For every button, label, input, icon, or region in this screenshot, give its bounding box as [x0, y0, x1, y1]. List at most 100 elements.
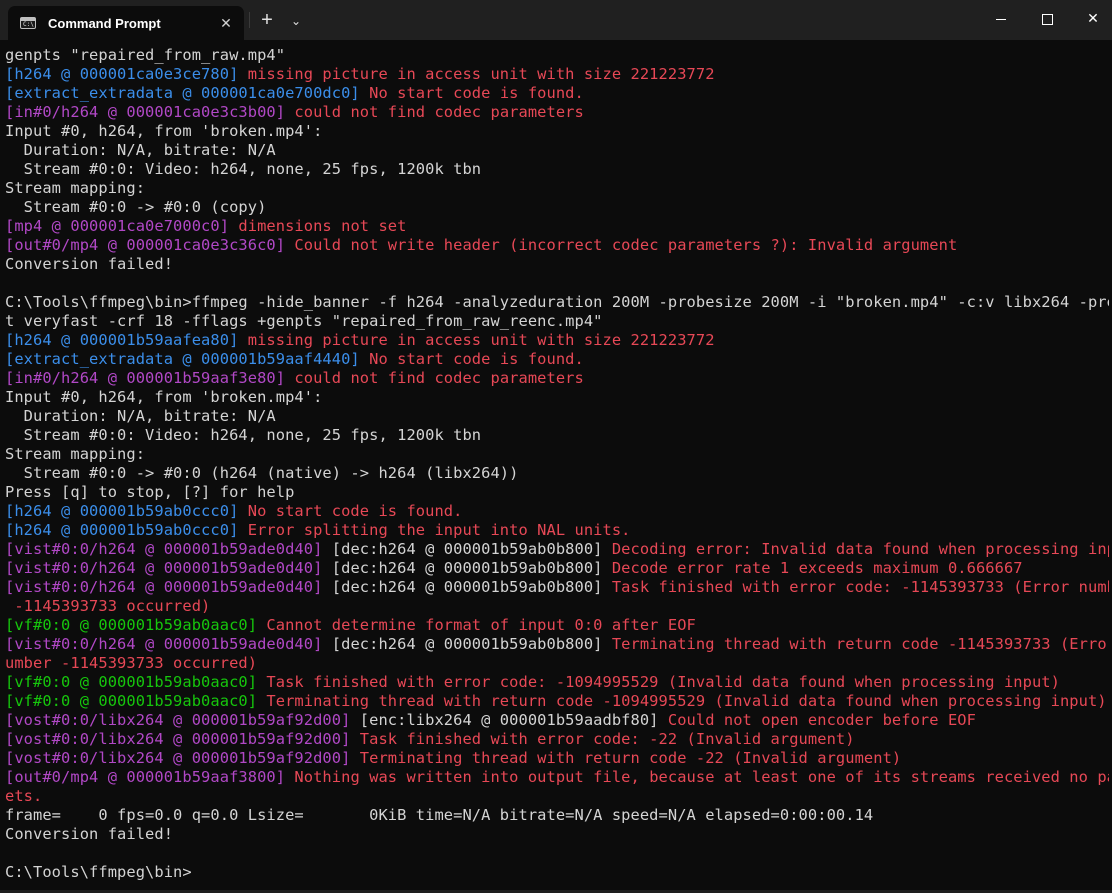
console-line: Stream mapping:: [5, 445, 1105, 464]
console-text: [vist#0:0/h264 @ 000001b59ade0d40]: [5, 559, 332, 577]
console-text: No start code is found.: [369, 84, 584, 102]
console-line: [in#0/h264 @ 000001ca0e3c3b00] could not…: [5, 103, 1105, 122]
console-text: Conversion failed!: [5, 255, 174, 273]
console-text: Could not open encoder before EOF: [667, 711, 976, 729]
console-line: Duration: N/A, bitrate: N/A: [5, 407, 1105, 426]
console-line: [extract_extradata @ 000001ca0e700dc0] N…: [5, 84, 1105, 103]
console-text: Decoding error: Invalid data found when …: [611, 540, 1112, 558]
console-text: [out#0/mp4 @ 000001b59aaf3800]: [5, 768, 295, 786]
console-text: Input #0, h264, from 'broken.mp4':: [5, 388, 323, 406]
console-text: [vost#0:0/libx264 @ 000001b59af92d00]: [5, 730, 360, 748]
console-line: umber -1145393733 occurred): [5, 654, 1105, 673]
console-text: Press [q] to stop, [?] for help: [5, 483, 295, 501]
console-line: [h264 @ 000001b59ab0ccc0] Error splittin…: [5, 521, 1105, 540]
maximize-icon: [1041, 13, 1053, 25]
console-text: [vist#0:0/h264 @ 000001b59ade0d40]: [5, 540, 332, 558]
title-bar: C:\ Command Prompt ✕ + ⌄ ✕: [0, 0, 1112, 40]
console-line: [vost#0:0/libx264 @ 000001b59af92d00] Ta…: [5, 730, 1105, 749]
console-text: umber -1145393733 occurred): [5, 654, 258, 672]
console-text: [h264 @ 000001b59ab0ccc0]: [5, 521, 248, 539]
tab-command-prompt[interactable]: C:\ Command Prompt ✕: [8, 6, 244, 40]
console-text: C:\Tools\ffmpeg\bin>: [5, 863, 192, 881]
console-text: Stream #0:0 -> #0:0 (copy): [5, 198, 267, 216]
console-line: Conversion failed!: [5, 825, 1105, 844]
console-line: Stream #0:0 -> #0:0 (h264 (native) -> h2…: [5, 464, 1105, 483]
console-text: genpts "repaired_from_raw.mp4": [5, 46, 286, 64]
console-line: Input #0, h264, from 'broken.mp4':: [5, 388, 1105, 407]
console-text: [extract_extradata @ 000001b59aaf4440]: [5, 350, 370, 368]
console-line: Input #0, h264, from 'broken.mp4':: [5, 122, 1105, 141]
console-text: [dec:h264 @ 000001b59ab0b800]: [331, 540, 612, 558]
console-text: No start code is found.: [369, 350, 584, 368]
console-text: [in#0/h264 @ 000001b59aaf3e80]: [5, 369, 295, 387]
console-line: [vist#0:0/h264 @ 000001b59ade0d40] [dec:…: [5, 559, 1105, 578]
tab-divider: [249, 12, 250, 28]
minimize-button[interactable]: [978, 0, 1024, 36]
console-line: Press [q] to stop, [?] for help: [5, 483, 1105, 502]
terminal-output[interactable]: genpts "repaired_from_raw.mp4" [h264 @ 00…: [5, 46, 1112, 882]
console-line: C:\Tools\ffmpeg\bin>ffmpeg -hide_banner …: [5, 293, 1112, 312]
chevron-down-icon[interactable]: ⌄: [287, 10, 305, 30]
console-line: [h264 @ 000001b59ab0ccc0] No start code …: [5, 502, 1105, 521]
console-text: -1145393733 occurred): [5, 597, 211, 615]
console-line: [vf#0:0 @ 000001b59ab0aac0] Task finishe…: [5, 673, 1105, 692]
console-line: ets.: [5, 787, 1105, 806]
new-tab-button[interactable]: +: [257, 10, 277, 30]
console-line: t veryfast -crf 18 -fflags +genpts "repa…: [5, 312, 1105, 331]
console-text: Duration: N/A, bitrate: N/A: [5, 141, 276, 159]
console-line: genpts "repaired_from_raw.mp4": [5, 46, 1105, 65]
console-line: frame= 0 fps=0.0 q=0.0 Lsize= 0KiB time=…: [5, 806, 1105, 825]
console-text: [extract_extradata @ 000001ca0e700dc0]: [5, 84, 370, 102]
console-text: [vf#0:0 @ 000001b59ab0aac0]: [5, 692, 267, 710]
console-text: Conversion failed!: [5, 825, 174, 843]
console-text: Duration: N/A, bitrate: N/A: [5, 407, 276, 425]
console-line: [vist#0:0/h264 @ 000001b59ade0d40] [dec:…: [5, 578, 1112, 597]
close-tab-icon[interactable]: ✕: [218, 15, 234, 31]
console-text: could not find codec parameters: [294, 369, 584, 387]
console-text: Stream #0:0: Video: h264, none, 25 fps, …: [5, 426, 482, 444]
console-text: Cannot determine format of input 0:0 aft…: [266, 616, 696, 634]
console-text: [vist#0:0/h264 @ 000001b59ade0d40]: [5, 635, 332, 653]
console-text: Error splitting the input into NAL units…: [247, 521, 631, 539]
console-line: Stream #0:0 -> #0:0 (copy): [5, 198, 1105, 217]
close-window-button[interactable]: ✕: [1070, 0, 1112, 36]
console-text: [enc:libx264 @ 000001b59aadbf80]: [359, 711, 668, 729]
console-line: -1145393733 occurred): [5, 597, 1105, 616]
console-text: Terminating thread with return code -109…: [266, 692, 1107, 710]
console-text: Task finished with error code: -11453937…: [611, 578, 1112, 596]
console-text: ets.: [5, 787, 43, 805]
console-text: [vf#0:0 @ 000001b59ab0aac0]: [5, 673, 267, 691]
console-line: Stream #0:0: Video: h264, none, 25 fps, …: [5, 426, 1105, 445]
console-line: Stream mapping:: [5, 179, 1105, 198]
console-text: Could not write header (incorrect codec …: [294, 236, 958, 254]
console-line: [extract_extradata @ 000001b59aaf4440] N…: [5, 350, 1105, 369]
console-text: Stream #0:0 -> #0:0 (h264 (native) -> h2…: [5, 464, 519, 482]
console-text: Nothing was written into output file, be…: [294, 768, 1112, 786]
console-line: C:\Tools\ffmpeg\bin>: [5, 863, 1105, 882]
console-line: [h264 @ 000001ca0e3ce780] missing pictur…: [5, 65, 1105, 84]
console-line: [vost#0:0/libx264 @ 000001b59af92d00] [e…: [5, 711, 1105, 730]
tab-title: Command Prompt: [48, 15, 161, 31]
console-text: No start code is found.: [247, 502, 463, 520]
console-line: [vist#0:0/h264 @ 000001b59ade0d40] [dec:…: [5, 635, 1112, 654]
console-text: Stream mapping:: [5, 179, 146, 197]
console-text: t veryfast -crf 18 -fflags +genpts "repa…: [5, 312, 603, 330]
console-line: [vf#0:0 @ 000001b59ab0aac0] Terminating …: [5, 692, 1107, 711]
console-text: frame= 0 fps=0.0 q=0.0 Lsize= 0KiB time=…: [5, 806, 874, 824]
console-text: [in#0/h264 @ 000001ca0e3c3b00]: [5, 103, 295, 121]
minimize-icon: [996, 18, 1006, 20]
console-text: [dec:h264 @ 000001b59ab0b800]: [331, 559, 612, 577]
console-text: Task finished with error code: -22 (Inva…: [359, 730, 855, 748]
console-text: could not find codec parameters: [294, 103, 584, 121]
console-text: Task finished with error code: -10949955…: [266, 673, 1060, 691]
console-text: [dec:h264 @ 000001b59ab0b800]: [331, 578, 612, 596]
console-line: Stream #0:0: Video: h264, none, 25 fps, …: [5, 160, 1105, 179]
console-line: [vist#0:0/h264 @ 000001b59ade0d40] [dec:…: [5, 540, 1112, 559]
console-text: [h264 @ 000001b59aafea80]: [5, 331, 248, 349]
console-text: Input #0, h264, from 'broken.mp4':: [5, 122, 323, 140]
console-text: missing picture in access unit with size…: [247, 65, 715, 83]
maximize-button[interactable]: [1024, 0, 1070, 36]
console-line: [out#0/mp4 @ 000001ca0e3c36c0] Could not…: [5, 236, 1105, 255]
